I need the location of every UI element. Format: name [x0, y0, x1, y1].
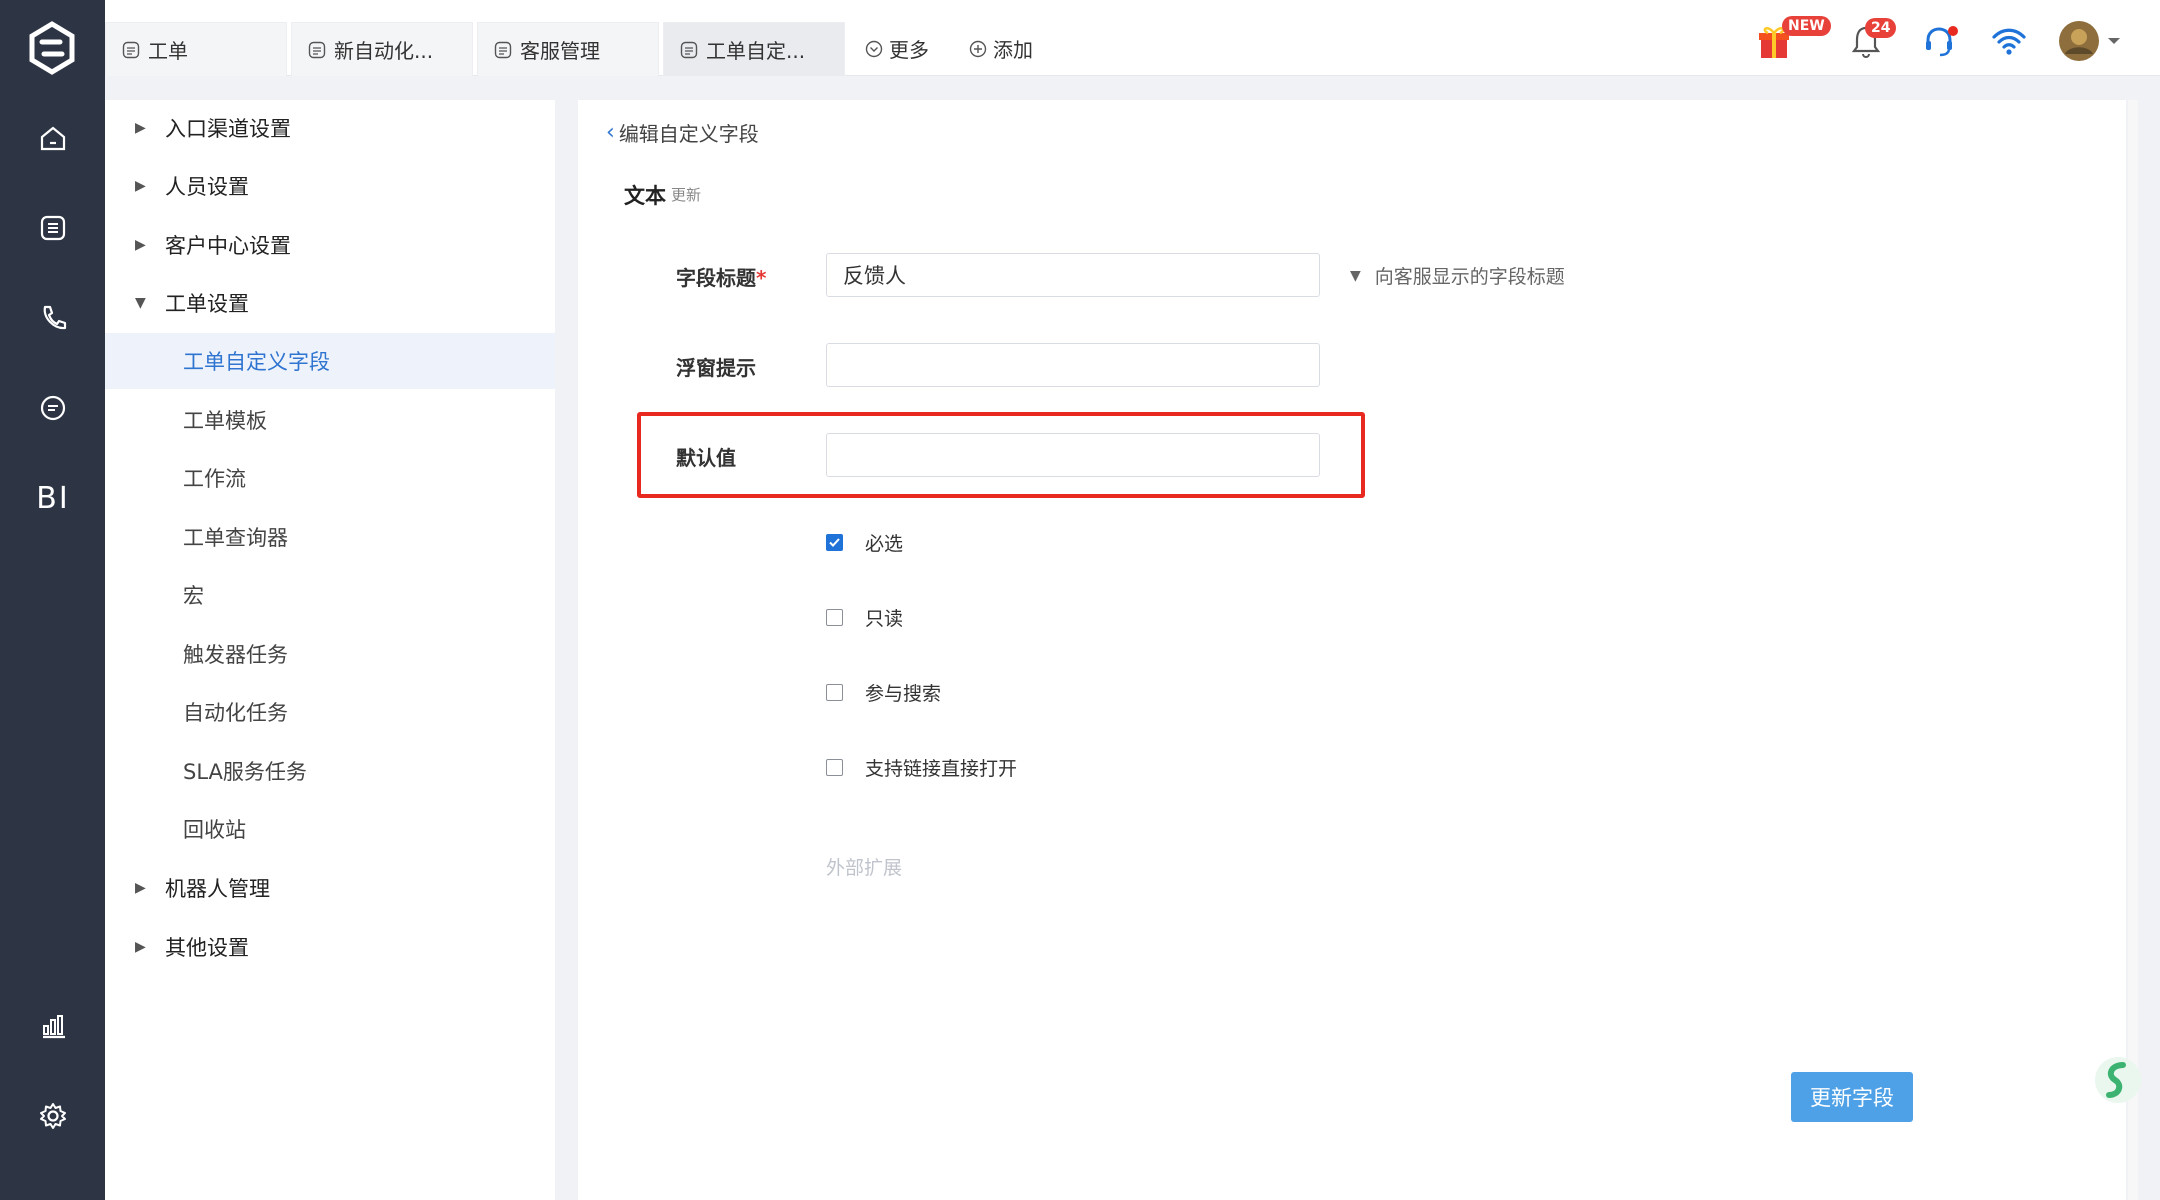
caret-down-icon: ▼	[135, 295, 146, 311]
update-field-button[interactable]: 更新字段	[1791, 1072, 1913, 1122]
tab-ticket[interactable]: 工单	[105, 22, 287, 76]
floating-assistant-icon[interactable]	[2093, 1055, 2143, 1105]
tab-automation[interactable]: 新自动化...	[291, 22, 473, 76]
wifi-icon[interactable]	[1988, 20, 2030, 62]
more-tabs-button[interactable]: 更多	[865, 34, 929, 63]
default-value-input[interactable]	[826, 433, 1320, 477]
sidebar-group-customer-center[interactable]: ▶ 客户中心设置	[105, 217, 555, 273]
sidebar-item-triggers[interactable]: 触发器任务	[105, 626, 555, 682]
home-icon[interactable]	[30, 115, 76, 161]
default-value-label: 默认值	[676, 446, 736, 470]
user-avatar[interactable]	[2058, 20, 2128, 62]
option-readonly[interactable]: 只读	[826, 604, 903, 631]
sidebar-item-recycle-bin[interactable]: 回收站	[105, 801, 555, 857]
plus-circle-icon	[969, 40, 987, 57]
field-type-subtitle: 更新	[671, 186, 702, 204]
chevron-left-icon: ‹	[606, 120, 615, 145]
caret-down-icon: ▼	[1350, 267, 1361, 284]
checkmark-icon	[829, 538, 840, 547]
option-link-open[interactable]: 支持链接直接打开	[826, 754, 1017, 781]
option-label: 参与搜索	[865, 683, 942, 705]
sidebar-group-robots[interactable]: ▶ 机器人管理	[105, 860, 555, 916]
bi-nav[interactable]: BI	[30, 475, 76, 521]
tab-label: 工单	[148, 39, 188, 63]
sidebar-group-label: 客户中心设置	[165, 234, 291, 258]
sidebar-group-label: 入口渠道设置	[165, 117, 291, 141]
app-logo-icon[interactable]	[22, 18, 82, 78]
option-label: 只读	[865, 608, 904, 630]
sidebar-item-workflow[interactable]: 工作流	[105, 450, 555, 506]
checkbox[interactable]	[826, 684, 843, 701]
chevron-circle-icon	[865, 40, 883, 57]
add-label: 添加	[993, 38, 1033, 62]
back-link[interactable]: ‹ 编辑自定义字段	[606, 118, 759, 147]
tooltip-label: 浮窗提示	[676, 356, 756, 380]
hint-text: 向客服显示的字段标题	[1374, 266, 1565, 288]
notification-badge: 24	[1865, 18, 1897, 38]
headset-icon[interactable]	[1918, 20, 1960, 62]
required-marker: *	[756, 266, 767, 290]
settings-sidebar: ▶ 入口渠道设置 ▶ 人员设置 ▶ 客户中心设置 ▼ 工单设置 工单自定义字段 …	[105, 100, 555, 1200]
document-icon	[494, 41, 512, 58]
sidebar-group-label: 机器人管理	[165, 877, 270, 901]
sidebar-group-label: 其他设置	[165, 936, 249, 960]
ticket-icon[interactable]	[30, 205, 76, 251]
phone-icon[interactable]	[30, 295, 76, 341]
sidebar-group-label: 工单设置	[165, 292, 249, 316]
left-rail: BI	[0, 0, 105, 1200]
sidebar-group-other[interactable]: ▶ 其他设置	[105, 919, 555, 975]
caret-right-icon: ▶	[135, 880, 146, 896]
field-title-hint[interactable]: ▼ 向客服显示的字段标题	[1350, 262, 1565, 289]
caret-right-icon: ▶	[135, 939, 146, 955]
settings-gear-icon[interactable]	[30, 1093, 76, 1139]
tab-label: 新自动化...	[334, 39, 434, 63]
checkbox-checked[interactable]	[826, 534, 843, 551]
sidebar-item-templates[interactable]: 工单模板	[105, 392, 555, 448]
field-title-label-text: 字段标题	[676, 266, 756, 290]
top-bar: 工单 新自动化... 客服管理 工单自定... 更多 添加 NEW 24	[105, 0, 2160, 76]
caret-right-icon: ▶	[135, 120, 146, 136]
sidebar-group-entry-channels[interactable]: ▶ 入口渠道设置	[105, 100, 555, 156]
field-title-label: 字段标题*	[676, 262, 766, 291]
more-label: 更多	[889, 38, 929, 62]
sidebar-group-staff[interactable]: ▶ 人员设置	[105, 158, 555, 214]
checkbox[interactable]	[826, 759, 843, 776]
caret-right-icon: ▶	[135, 178, 146, 194]
option-searchable[interactable]: 参与搜索	[826, 679, 941, 706]
scrollbar[interactable]	[2128, 100, 2138, 1200]
sidebar-group-ticket-settings[interactable]: ▼ 工单设置	[105, 275, 555, 331]
external-extension-label: 外部扩展	[826, 857, 903, 879]
tab-custom-fields[interactable]: 工单自定...	[663, 22, 845, 76]
sidebar-item-sla[interactable]: SLA服务任务	[105, 743, 555, 799]
tab-service-management[interactable]: 客服管理	[477, 22, 659, 76]
tooltip-input[interactable]	[826, 343, 1320, 387]
document-icon	[680, 41, 698, 58]
stats-icon[interactable]	[30, 1003, 76, 1049]
sidebar-item-query[interactable]: 工单查询器	[105, 509, 555, 565]
document-icon	[122, 41, 140, 58]
sidebar-item-custom-fields[interactable]: 工单自定义字段	[105, 333, 555, 389]
field-title-input[interactable]	[826, 253, 1320, 297]
new-badge: NEW	[1782, 16, 1831, 36]
chat-icon[interactable]	[30, 385, 76, 431]
option-label: 必选	[865, 533, 904, 555]
edit-field-panel: ‹ 编辑自定义字段 文本 更新 字段标题* ▼ 向客服显示的字段标题 浮窗提示 …	[578, 100, 2126, 1200]
option-label: 支持链接直接打开	[865, 758, 1018, 780]
add-tab-button[interactable]: 添加	[969, 34, 1033, 63]
checkbox[interactable]	[826, 609, 843, 626]
option-required[interactable]: 必选	[826, 529, 903, 556]
caret-right-icon: ▶	[135, 237, 146, 253]
document-icon	[308, 41, 326, 58]
tab-label: 工单自定...	[706, 39, 806, 63]
back-label: 编辑自定义字段	[618, 122, 759, 146]
tab-label: 客服管理	[520, 39, 600, 63]
sidebar-group-label: 人员设置	[165, 175, 249, 199]
sidebar-item-automation[interactable]: 自动化任务	[105, 684, 555, 740]
sidebar-item-macro[interactable]: 宏	[105, 567, 555, 623]
field-type-title: 文本	[624, 184, 666, 208]
